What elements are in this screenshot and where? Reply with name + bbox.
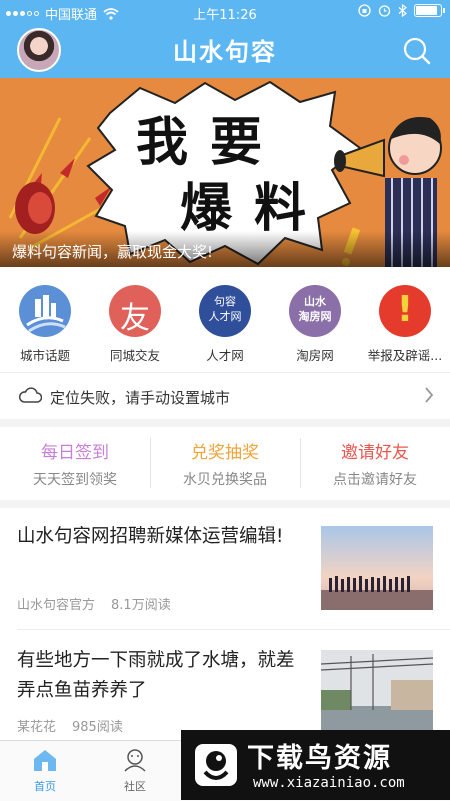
action-subtitle: 天天签到领奖 [33,472,117,488]
cloud-icon [18,387,42,403]
news-author: 某花花 [17,720,57,735]
banner-headline-line2: 爆料 [180,178,329,239]
news-thumbnail [321,526,433,610]
report-icon-glyph: ! [396,289,414,330]
top-bar: 中国联通 上午11:26 山水句容 [0,0,450,78]
friend-icon: 友 [109,285,161,337]
bird-logo-icon [195,744,237,786]
house-icon: 山水 淘房网 [289,285,341,337]
grid-item-report[interactable]: ! 举报及辟谣... [360,285,450,364]
feature-grid: 城市话题 友 同城交友 句容 人才网 人才网 山水 淘房网 淘房网 ! 举报及辟… [0,267,450,372]
grid-item-talent[interactable]: 句容 人才网 人才网 [180,285,270,364]
news-meta: 某花花 985阅读 [17,716,123,735]
banner-caption-bar: 爆料句容新闻，赢取现金大奖! [0,231,450,267]
news-item[interactable]: 山水句容网招聘新媒体运营编辑! 山水句容官方 8.1万阅读 [0,508,450,630]
watermark-title: 下载鸟资源 [247,743,392,774]
friend-icon-glyph: 友 [120,301,150,336]
watermark-url: www.xiazainiao.com [253,775,405,791]
tab-label: 首页 [34,780,56,793]
report-icon: ! [379,285,431,337]
banner-headline-line1: 我要 [136,112,285,173]
action-title: 每日签到 [41,443,109,463]
tab-label: 社区 [124,780,146,793]
orientation-lock-icon [358,4,371,17]
battery-icon [414,4,445,17]
invite-friends-button[interactable]: 邀请好友 点击邀请好友 [300,426,450,500]
tab-home[interactable]: 首页 [0,747,90,794]
location-status: 定位失败，请手动设置城市 [50,389,231,407]
city-topic-icon [19,285,71,337]
bluetooth-icon [398,4,407,17]
banner-caption: 爆料句容新闻，赢取现金大奖! [12,243,214,261]
news-item[interactable]: 有些地方一下雨就成了水塘，就差弄点鱼苗养养了 某花花 985阅读 [0,630,450,740]
status-bar: 中国联通 上午11:26 [0,0,450,24]
app-title: 山水句容 [173,38,277,66]
grid-item-friends[interactable]: 友 同城交友 [90,285,180,364]
grid-label: 举报及辟谣... [367,348,443,363]
grid-label: 人才网 [206,348,244,363]
watermark: 下载鸟资源 www.xiazainiao.com [181,730,450,800]
grid-label: 淘房网 [296,348,334,363]
search-icon[interactable] [402,36,432,66]
action-title: 邀请好友 [341,443,409,463]
daily-checkin-button[interactable]: 每日签到 天天签到领奖 [0,426,150,500]
grid-label: 同城交友 [109,348,160,363]
lottery-button[interactable]: 兑奖抽奖 水贝兑换奖品 [150,426,300,500]
grid-item-house[interactable]: 山水 淘房网 淘房网 [270,285,360,364]
action-title: 兑奖抽奖 [191,443,259,463]
news-thumbnail [321,650,433,734]
promo-banner[interactable]: 我要 爆料 爆料句容新闻，赢取现金大奖! [0,78,450,267]
home-icon [34,750,56,771]
news-reads: 8.1万阅读 [111,598,171,613]
chevron-right-icon [425,387,434,403]
news-meta: 山水句容官方 8.1万阅读 [17,594,171,613]
community-icon [124,749,146,772]
location-bar[interactable]: 定位失败，请手动设置城市 [0,372,450,427]
news-author: 山水句容官方 [17,598,96,613]
house-icon-glyph: 山水 淘房网 [298,295,332,323]
news-title: 山水句容网招聘新媒体运营编辑! [17,526,284,547]
news-title: 有些地方一下雨就成了水塘，就差弄点鱼苗养养了 [17,650,295,701]
news-reads: 985阅读 [72,720,123,735]
grid-item-city-topic[interactable]: 城市话题 [0,285,90,364]
action-subtitle: 水贝兑换奖品 [183,472,267,488]
tab-community[interactable]: 社区 [90,747,180,794]
action-subtitle: 点击邀请好友 [333,472,417,488]
alarm-icon [378,5,391,17]
action-row: 每日签到 天天签到领奖 兑奖抽奖 水贝兑换奖品 邀请好友 点击邀请好友 [0,426,450,508]
grid-label: 城市话题 [19,348,70,363]
talent-icon-glyph: 句容 人才网 [208,295,242,323]
talent-icon: 句容 人才网 [199,285,251,337]
